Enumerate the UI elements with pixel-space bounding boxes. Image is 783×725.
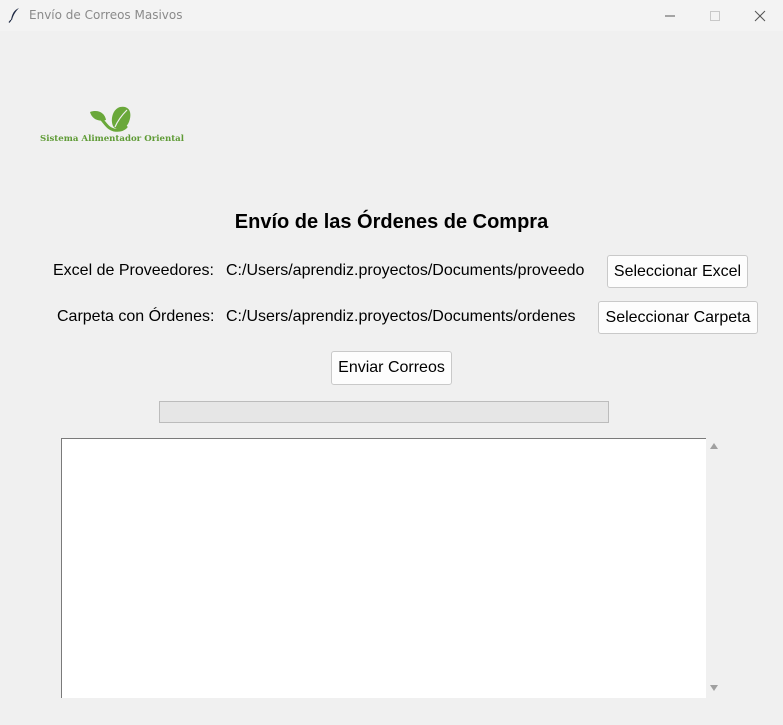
log-scrollbar[interactable] [706,438,723,698]
excel-label: Excel de Proveedores: [53,262,214,279]
folder-label: Carpeta con Órdenes: [57,308,215,325]
scroll-up-icon[interactable] [710,443,718,449]
app-window: Envío de Correos Masivos Sistema Aliment… [0,0,783,725]
feather-icon [8,8,19,23]
page-title: Envío de las Órdenes de Compra [234,211,549,233]
progress-bar [159,401,609,423]
minimize-icon [665,15,675,16]
minimize-button[interactable] [647,0,693,31]
folder-path: C:/Users/aprendiz.proyectos/Documents/or… [226,308,576,325]
maximize-button[interactable] [692,0,738,31]
log-textarea[interactable] [61,438,706,698]
scroll-down-icon[interactable] [710,685,718,691]
close-button[interactable] [737,0,783,31]
window-title: Envío de Correos Masivos [29,8,183,22]
close-icon [754,10,766,21]
maximize-icon [710,10,720,21]
excel-path: C:/Users/aprendiz.proyectos/Documents/pr… [226,262,585,279]
send-emails-button[interactable]: Enviar Correos [331,351,452,385]
select-excel-button[interactable]: Seleccionar Excel [607,255,748,288]
select-folder-button[interactable]: Seleccionar Carpeta [598,301,758,334]
logo-text: Sistema Alimentador Oriental [40,134,184,144]
title-bar[interactable]: Envío de Correos Masivos [0,0,783,31]
